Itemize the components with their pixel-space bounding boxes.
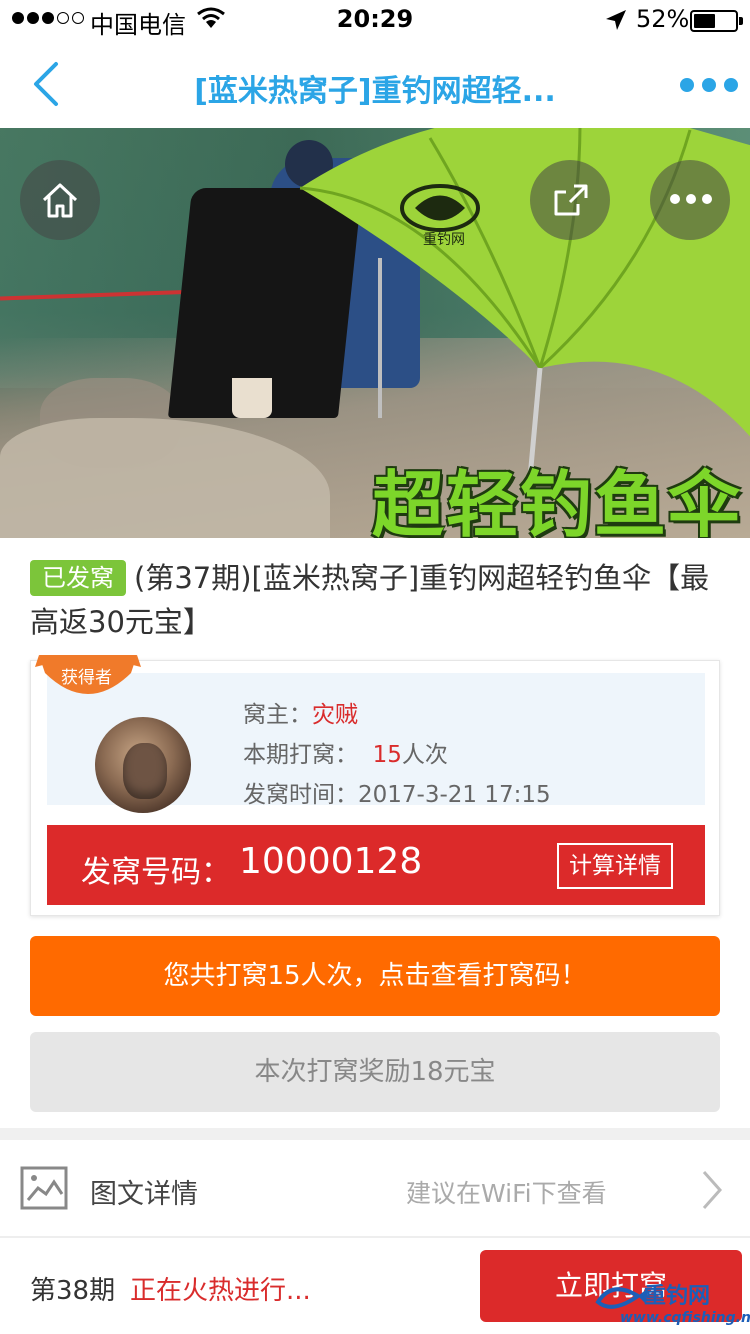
ellipsis-icon — [670, 194, 712, 204]
product-title-text: (第37期)[蓝米热窝子]重钓网超轻钓鱼伞【最高返30元宝】 — [30, 561, 710, 639]
product-title: 已发窝 (第37期)[蓝米热窝子]重钓网超轻钓鱼伞【最高返30元宝】 — [30, 556, 720, 644]
chevron-right-icon — [700, 1170, 724, 1214]
back-button[interactable] — [28, 60, 68, 108]
battery-icon — [690, 10, 743, 32]
calculation-details-button[interactable]: 计算详情 — [557, 843, 673, 889]
svg-text:重钓网: 重钓网 — [423, 232, 465, 248]
hero-more-button[interactable] — [650, 160, 730, 240]
share-icon — [554, 184, 588, 216]
count-value: 15 — [372, 742, 402, 768]
ellipsis-icon — [680, 78, 694, 92]
status-bar: 中国电信 20:29 52% — [0, 0, 750, 40]
watermark-brand: 重钓网 — [644, 1284, 711, 1309]
owner-name: 灾贼 — [312, 702, 358, 728]
next-period: 第38期 — [30, 1276, 116, 1306]
image-icon — [20, 1166, 68, 1214]
chevron-left-icon — [34, 62, 58, 106]
section-divider — [0, 1128, 750, 1140]
draw-time: 2017-3-21 17:15 — [358, 782, 551, 808]
home-button[interactable] — [20, 160, 100, 240]
share-button[interactable] — [530, 160, 610, 240]
wifi-hint: 建议在WiFi下查看 — [406, 1179, 607, 1208]
winning-code-bar: 发窝号码： 10000128 计算详情 — [47, 825, 705, 905]
next-period-status[interactable]: 正在火热进行... — [130, 1270, 311, 1307]
details-label: 图文详情 — [90, 1179, 198, 1210]
owner-line: 窝主：灾贼 — [243, 702, 358, 728]
winner-info: 窝主：灾贼 本期打窝： 15人次 发窝时间：2017-3-21 17:15 — [47, 673, 705, 813]
product-hero-image: 重钓网 超轻钓鱼伞 — [0, 128, 750, 538]
more-menu-button[interactable] — [680, 78, 738, 92]
dw-logo-icon: 重钓网 — [400, 184, 480, 248]
site-watermark: 重钓网 www.cqfishing.net — [592, 1268, 750, 1334]
page-title: [蓝米热窝子]重钓网超轻... — [194, 74, 556, 109]
banner-text: 超轻钓鱼伞 — [372, 463, 743, 538]
reward-info-button: 本次打窝奖励18元宝 — [30, 1032, 720, 1112]
code-label: 发窝号码： — [81, 855, 231, 890]
image-text-details-row[interactable]: 图文详情 建议在WiFi下查看 — [0, 1140, 750, 1236]
location-arrow-icon — [604, 8, 628, 38]
avatar — [95, 717, 191, 813]
status-badge: 已发窝 — [30, 560, 126, 596]
home-icon — [42, 183, 78, 218]
winning-code: 10000128 — [239, 841, 423, 882]
time-line: 发窝时间：2017-3-21 17:15 — [243, 782, 551, 808]
count-line: 本期打窝： 15人次 — [243, 742, 448, 768]
watermark-url: www.cqfishing.net — [620, 1310, 750, 1326]
nav-bar: [蓝米热窝子]重钓网超轻... — [0, 40, 750, 128]
winner-card: 窝主：灾贼 本期打窝： 15人次 发窝时间：2017-3-21 17:15 获得… — [30, 655, 720, 916]
battery-percent: 52% — [636, 5, 690, 33]
view-my-codes-button[interactable]: 您共打窝15人次，点击查看打窝码！ — [30, 936, 720, 1016]
ribbon-label: 获得者 — [61, 668, 112, 688]
